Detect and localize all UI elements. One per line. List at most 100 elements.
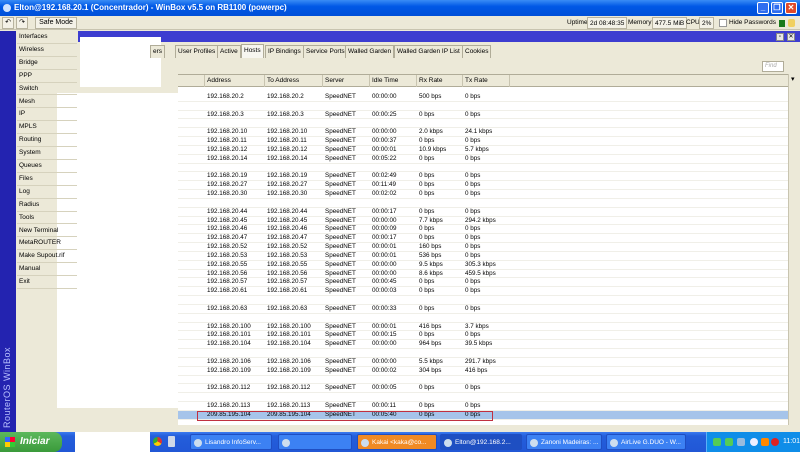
vertical-scrollbar[interactable]: ▾ xyxy=(788,74,799,425)
redo-icon[interactable]: ↷ xyxy=(16,17,28,29)
column-header-rx-rate[interactable]: Rx Rate xyxy=(417,75,463,87)
tab-service-ports[interactable]: Service Ports xyxy=(303,45,348,58)
restore-button[interactable]: ❐ xyxy=(771,2,783,14)
cell-server: SpeedNET xyxy=(325,278,356,286)
sidebar-item-exit[interactable]: Exit xyxy=(17,276,77,289)
sidebar-item-ppp[interactable]: PPP xyxy=(17,70,77,83)
quicklaunch-icon[interactable] xyxy=(168,436,175,447)
cell-tx-rate: 0 bps xyxy=(465,110,481,118)
sidebar-item-new-terminal[interactable]: New Terminal xyxy=(17,225,77,238)
sidebar-item-system[interactable]: System xyxy=(17,147,77,160)
table-row[interactable]: 192.168.20.47 192.168.20.47 SpeedNET 00:00:… xyxy=(178,234,788,244)
tab-walled-garden[interactable]: Walled Garden xyxy=(345,45,395,58)
table-row[interactable]: 192.168.20.56 192.168.20.56 SpeedNET 00:00:… xyxy=(178,270,788,279)
sidebar-item-make-supout-rif[interactable]: Make Supout.rif xyxy=(17,250,77,264)
sidebar-item-ip[interactable]: IP xyxy=(17,108,77,122)
cell-address: 192.168.20.56 xyxy=(207,269,248,277)
table-row[interactable]: 192.168.20.101 192.168.20.101 SpeedNET 00:0… xyxy=(178,331,788,341)
sidebar-item-wireless[interactable]: Wireless xyxy=(17,44,77,57)
table-row[interactable]: 192.168.20.11 192.168.20.11 SpeedNET 00:00:… xyxy=(178,137,788,146)
table-row[interactable]: 192.168.20.61 192.168.20.61 SpeedNET 00:00:… xyxy=(178,287,788,297)
antivirus-icon[interactable] xyxy=(771,438,779,446)
sidebar-item-manual[interactable]: Manual xyxy=(17,263,77,277)
sidebar-item-switch[interactable]: Switch xyxy=(17,83,77,96)
cell-server: SpeedNET xyxy=(325,269,356,277)
taskbar-item[interactable]: AirLive G.DUO - W... xyxy=(606,434,686,450)
chrome-icon[interactable] xyxy=(153,437,162,446)
taskbar-item[interactable]: Elton@192.168.2... xyxy=(440,434,522,450)
cell-address: 192.168.20.2 xyxy=(207,93,244,100)
sidebar-item-queues[interactable]: Queues xyxy=(17,160,77,173)
table-row[interactable]: 192.168.20.19 192.168.20.19 SpeedNET 00:02:… xyxy=(178,172,788,182)
table-row[interactable]: 192.168.20.109 192.168.20.109 SpeedNET 00:0… xyxy=(178,367,788,376)
tab-hosts[interactable]: Hosts xyxy=(241,44,264,58)
table-row[interactable]: 192.168.20.104 192.168.20.104 SpeedNET 00:0… xyxy=(178,340,788,350)
table-row[interactable]: 192.168.20.30 192.168.20.30 SpeedNET 00:02:… xyxy=(178,190,788,199)
undo-icon[interactable]: ↶ xyxy=(2,17,14,29)
network-icon[interactable] xyxy=(713,438,721,446)
tab-cookies[interactable]: Cookies xyxy=(462,45,492,58)
taskbar-item[interactable]: Zanoni Madeiras: ... xyxy=(526,434,602,450)
table-row[interactable]: 192.168.20.63 192.168.20.63 SpeedNET 00:00:… xyxy=(178,305,788,314)
close-button[interactable]: ✕ xyxy=(785,2,797,14)
cell-idle-time: 00:00:01 xyxy=(372,322,397,330)
task-app-icon xyxy=(194,439,202,447)
safe-mode-button[interactable]: Safe Mode xyxy=(35,17,77,29)
sidebar-item-files[interactable]: Files xyxy=(17,173,77,186)
taskbar-item[interactable]: Lisandro InfoServ... xyxy=(190,434,272,450)
column-header-tx-rate[interactable]: Tx Rate xyxy=(463,75,510,87)
column-header-server[interactable]: Server xyxy=(323,75,370,87)
column-header-name[interactable] xyxy=(178,75,205,87)
column-menu-icon[interactable]: ▾ xyxy=(791,75,795,83)
sidebar-item-mpls[interactable]: MPLS xyxy=(17,121,77,135)
table-row[interactable]: 192.168.20.53 192.168.20.53 SpeedNET 00:00:… xyxy=(178,252,788,261)
table-row[interactable]: 192.168.20.46 192.168.20.46 SpeedNET 00:00:… xyxy=(178,225,788,235)
tray-app-icon[interactable] xyxy=(737,438,745,446)
column-header-idle-time[interactable]: Idle Time xyxy=(370,75,417,87)
task-app-icon xyxy=(610,439,618,447)
table-row[interactable]: 192.168.20.14 192.168.20.14 SpeedNET 00:05:… xyxy=(178,155,788,164)
tray-app-icon[interactable] xyxy=(750,438,758,446)
table-row[interactable]: 192.168.20.3 192.168.20.3 SpeedNET 00:00:25… xyxy=(178,111,788,120)
tab-ip-bindings[interactable]: IP Bindings xyxy=(265,45,304,58)
window-maximize-icon[interactable]: ▫ xyxy=(776,33,784,41)
table-row[interactable]: 192.168.20.2 192.168.20.2 SpeedNET 00:00:00… xyxy=(178,93,788,102)
taskbar-item[interactable] xyxy=(278,434,352,450)
tray-app-icon[interactable] xyxy=(761,438,769,446)
tab-user-profiles[interactable]: User Profiles xyxy=(175,45,219,58)
sidebar-item-interfaces[interactable]: Interfaces xyxy=(17,31,77,44)
table-row[interactable]: 192.168.20.45 192.168.20.45 SpeedNET 00:00:… xyxy=(178,217,788,226)
start-button[interactable]: Iniciar xyxy=(0,432,62,452)
sidebar-item-mesh[interactable]: Mesh xyxy=(17,96,77,109)
minimize-button[interactable]: _ xyxy=(757,2,769,14)
cell-rx-rate: 5.5 kbps xyxy=(419,357,443,365)
sidebar-item-routing[interactable]: Routing xyxy=(17,134,77,148)
sidebar-item-tools[interactable]: Tools xyxy=(17,212,77,225)
table-row[interactable]: 192.168.20.100 192.168.20.100 SpeedNET 00:0… xyxy=(178,323,788,332)
table-row[interactable]: 192.168.20.44 192.168.20.44 SpeedNET 00:00:… xyxy=(178,208,788,217)
sidebar-item-log[interactable]: Log xyxy=(17,186,77,199)
table-row[interactable]: 192.168.20.55 192.168.20.55 SpeedNET 00:00:… xyxy=(178,261,788,270)
table-row[interactable]: 192.168.20.112 192.168.20.112 SpeedNET 00:0… xyxy=(178,384,788,394)
taskbar-item[interactable]: Kakai <kaka@co... xyxy=(357,434,437,450)
sidebar-item-radius[interactable]: Radius xyxy=(17,199,77,212)
table-row[interactable]: 192.168.20.113 192.168.20.113 SpeedNET 00:0… xyxy=(178,402,788,411)
table-row[interactable]: 192.168.20.106 192.168.20.106 SpeedNET 00:0… xyxy=(178,358,788,367)
tab-active[interactable]: Active xyxy=(217,45,241,58)
column-header-to-address[interactable]: To Address xyxy=(265,75,323,87)
table-row[interactable]: 192.168.20.12 192.168.20.12 SpeedNET 00:00:… xyxy=(178,146,788,155)
window-close-icon[interactable]: ✕ xyxy=(787,33,795,41)
find-input[interactable]: Find xyxy=(762,61,784,72)
sidebar-item-bridge[interactable]: Bridge xyxy=(17,57,77,70)
table-row[interactable]: 192.168.20.52 192.168.20.52 SpeedNET 00:00:… xyxy=(178,243,788,252)
table-row[interactable]: 192.168.20.10 192.168.20.10 SpeedNET 00:00:… xyxy=(178,128,788,138)
hide-passwords-checkbox[interactable] xyxy=(719,19,727,27)
network-icon[interactable] xyxy=(725,438,733,446)
table-row[interactable]: 192.168.20.57 192.168.20.57 SpeedNET 00:00:… xyxy=(178,278,788,288)
cell-to-address: 192.168.20.45 xyxy=(267,216,308,224)
sidebar-item-metarouter[interactable]: MetaROUTER xyxy=(17,237,77,251)
tab-walled-garden-ip-list[interactable]: Walled Garden IP List xyxy=(394,45,463,58)
column-header-address[interactable]: Address xyxy=(205,75,265,87)
table-row[interactable]: 192.168.20.27 192.168.20.27 SpeedNET 00:11:… xyxy=(178,181,788,191)
tab-ers[interactable]: ers xyxy=(150,45,166,58)
